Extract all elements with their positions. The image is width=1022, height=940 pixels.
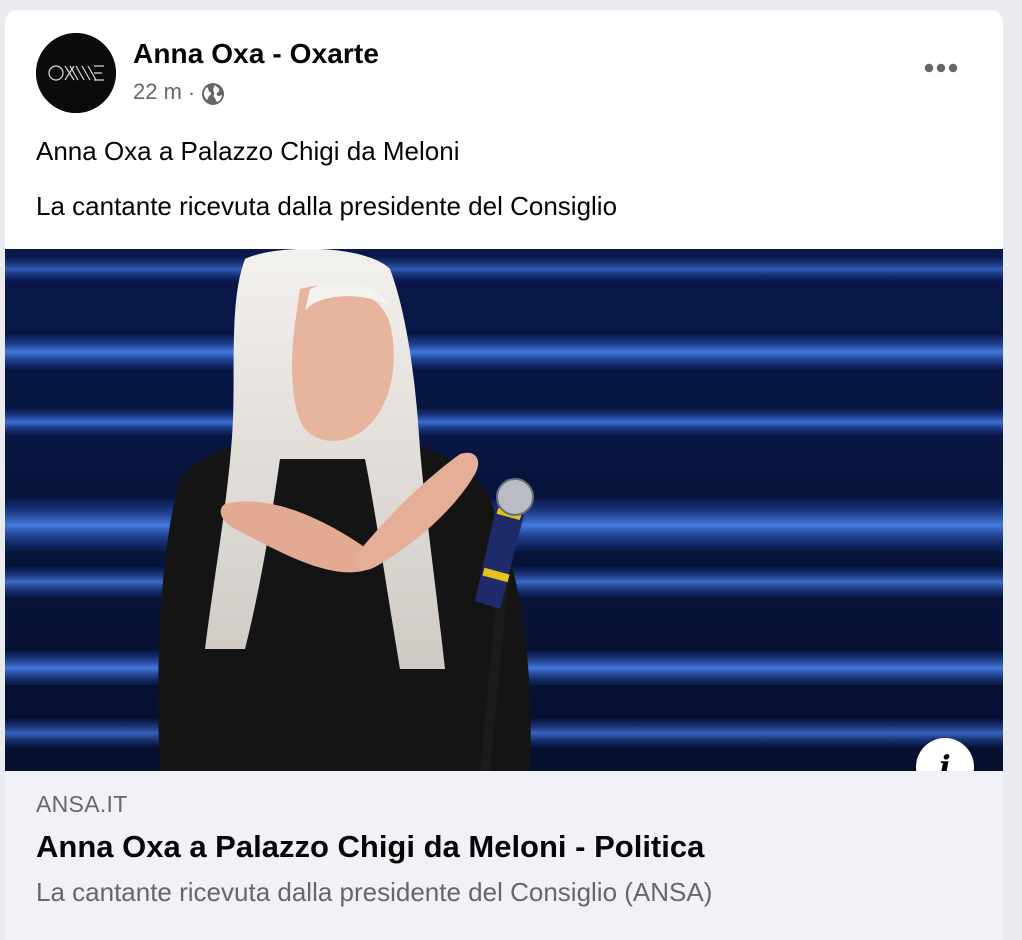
post-message: Anna Oxa a Palazzo Chigi da Meloni La ca…	[36, 133, 617, 243]
post-line-2: La cantante ricevuta dalla presidente de…	[36, 191, 618, 221]
post-meta: 22 m ·	[133, 78, 225, 106]
meta-separator: ·	[187, 80, 196, 105]
link-domain: ANSA.IT	[36, 791, 128, 817]
post-line-1: Anna Oxa a Palazzo Chigi da Meloni	[36, 136, 460, 166]
post-card: Anna Oxa - Oxarte 22 m · Anna Oxa a Pala…	[5, 10, 1003, 940]
page-name[interactable]: Anna Oxa - Oxarte	[133, 38, 379, 70]
singer-on-stage-photo	[5, 249, 1003, 771]
link-description: La cantante ricevuta dalla presidente de…	[36, 877, 713, 907]
link-title[interactable]: Anna Oxa a Palazzo Chigi da Meloni - Pol…	[36, 829, 704, 865]
link-preview-image[interactable]	[5, 249, 1003, 771]
post-time[interactable]: 22 m	[133, 79, 182, 105]
more-options-icon	[924, 63, 958, 73]
more-options-button[interactable]	[919, 56, 963, 80]
globe-icon[interactable]	[201, 82, 225, 106]
link-preview[interactable]: ANSA.IT Anna Oxa a Palazzo Chigi da Melo…	[5, 771, 1003, 940]
page-avatar[interactable]	[36, 33, 116, 113]
post-header: Anna Oxa - Oxarte 22 m ·	[5, 10, 1003, 120]
oxarte-logo-icon	[36, 33, 116, 113]
